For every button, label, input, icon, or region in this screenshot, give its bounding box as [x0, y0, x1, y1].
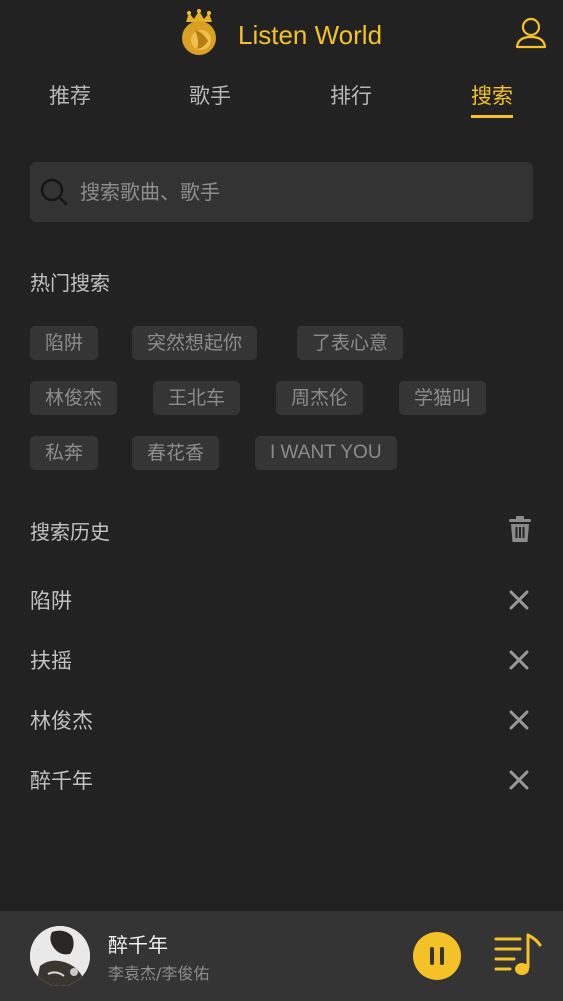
pause-icon	[430, 947, 434, 965]
history-item[interactable]: 醉千年	[30, 755, 533, 805]
close-icon[interactable]	[508, 649, 530, 671]
app-title: Listen World	[238, 20, 383, 50]
hot-tag[interactable]: 周杰伦	[276, 381, 364, 415]
user-icon[interactable]	[514, 16, 548, 50]
now-playing-title: 醉千年	[108, 933, 168, 957]
hot-tag[interactable]: 学猫叫	[399, 381, 487, 415]
playlist-icon[interactable]	[494, 931, 544, 981]
hot-tag[interactable]: 王北车	[153, 381, 241, 415]
history-item[interactable]: 林俊杰	[30, 695, 533, 745]
close-icon[interactable]	[508, 709, 530, 731]
app-header: Listen World	[0, 0, 563, 76]
close-icon[interactable]	[508, 769, 530, 791]
hot-tag[interactable]: 了表心意	[297, 326, 404, 360]
mini-player[interactable]: 醉千年 李袁杰/李俊佑	[0, 911, 563, 1001]
history-label: 醉千年	[30, 769, 93, 793]
history-item[interactable]: 扶摇	[30, 635, 533, 685]
tab-recommend[interactable]: 推荐	[49, 80, 91, 110]
hot-tag[interactable]: 私奔	[30, 436, 99, 470]
hot-search-title: 热门搜索	[30, 271, 110, 295]
tab-singers[interactable]: 歌手	[189, 80, 231, 110]
search-input[interactable]	[80, 162, 510, 222]
search-icon	[40, 178, 68, 206]
album-art-image	[30, 926, 90, 986]
history-label: 林俊杰	[30, 709, 93, 733]
hot-tag[interactable]: 春花香	[132, 436, 220, 470]
pause-button[interactable]	[413, 932, 461, 980]
history-item[interactable]: 陷阱	[30, 575, 533, 625]
history-label: 扶摇	[30, 649, 72, 673]
search-bar[interactable]	[30, 162, 533, 222]
album-cover[interactable]	[30, 926, 90, 986]
trash-icon[interactable]	[509, 516, 531, 542]
pause-icon-bar	[440, 947, 444, 965]
hot-tag[interactable]: 林俊杰	[30, 381, 118, 415]
tab-search[interactable]: 搜索	[471, 80, 513, 118]
lion-crown-logo	[182, 9, 216, 55]
search-history-title: 搜索历史	[30, 520, 110, 544]
close-icon[interactable]	[508, 589, 530, 611]
hot-tag[interactable]: 陷阱	[30, 326, 99, 360]
hot-tag[interactable]: 突然想起你	[132, 326, 258, 360]
tab-rankings[interactable]: 排行	[330, 80, 372, 110]
nav-tabs: 推荐 歌手 排行 搜索	[0, 80, 563, 126]
hot-tag[interactable]: I WANT YOU	[255, 436, 397, 470]
now-playing-artist: 李袁杰/李俊佑	[108, 964, 210, 983]
history-label: 陷阱	[30, 589, 72, 613]
